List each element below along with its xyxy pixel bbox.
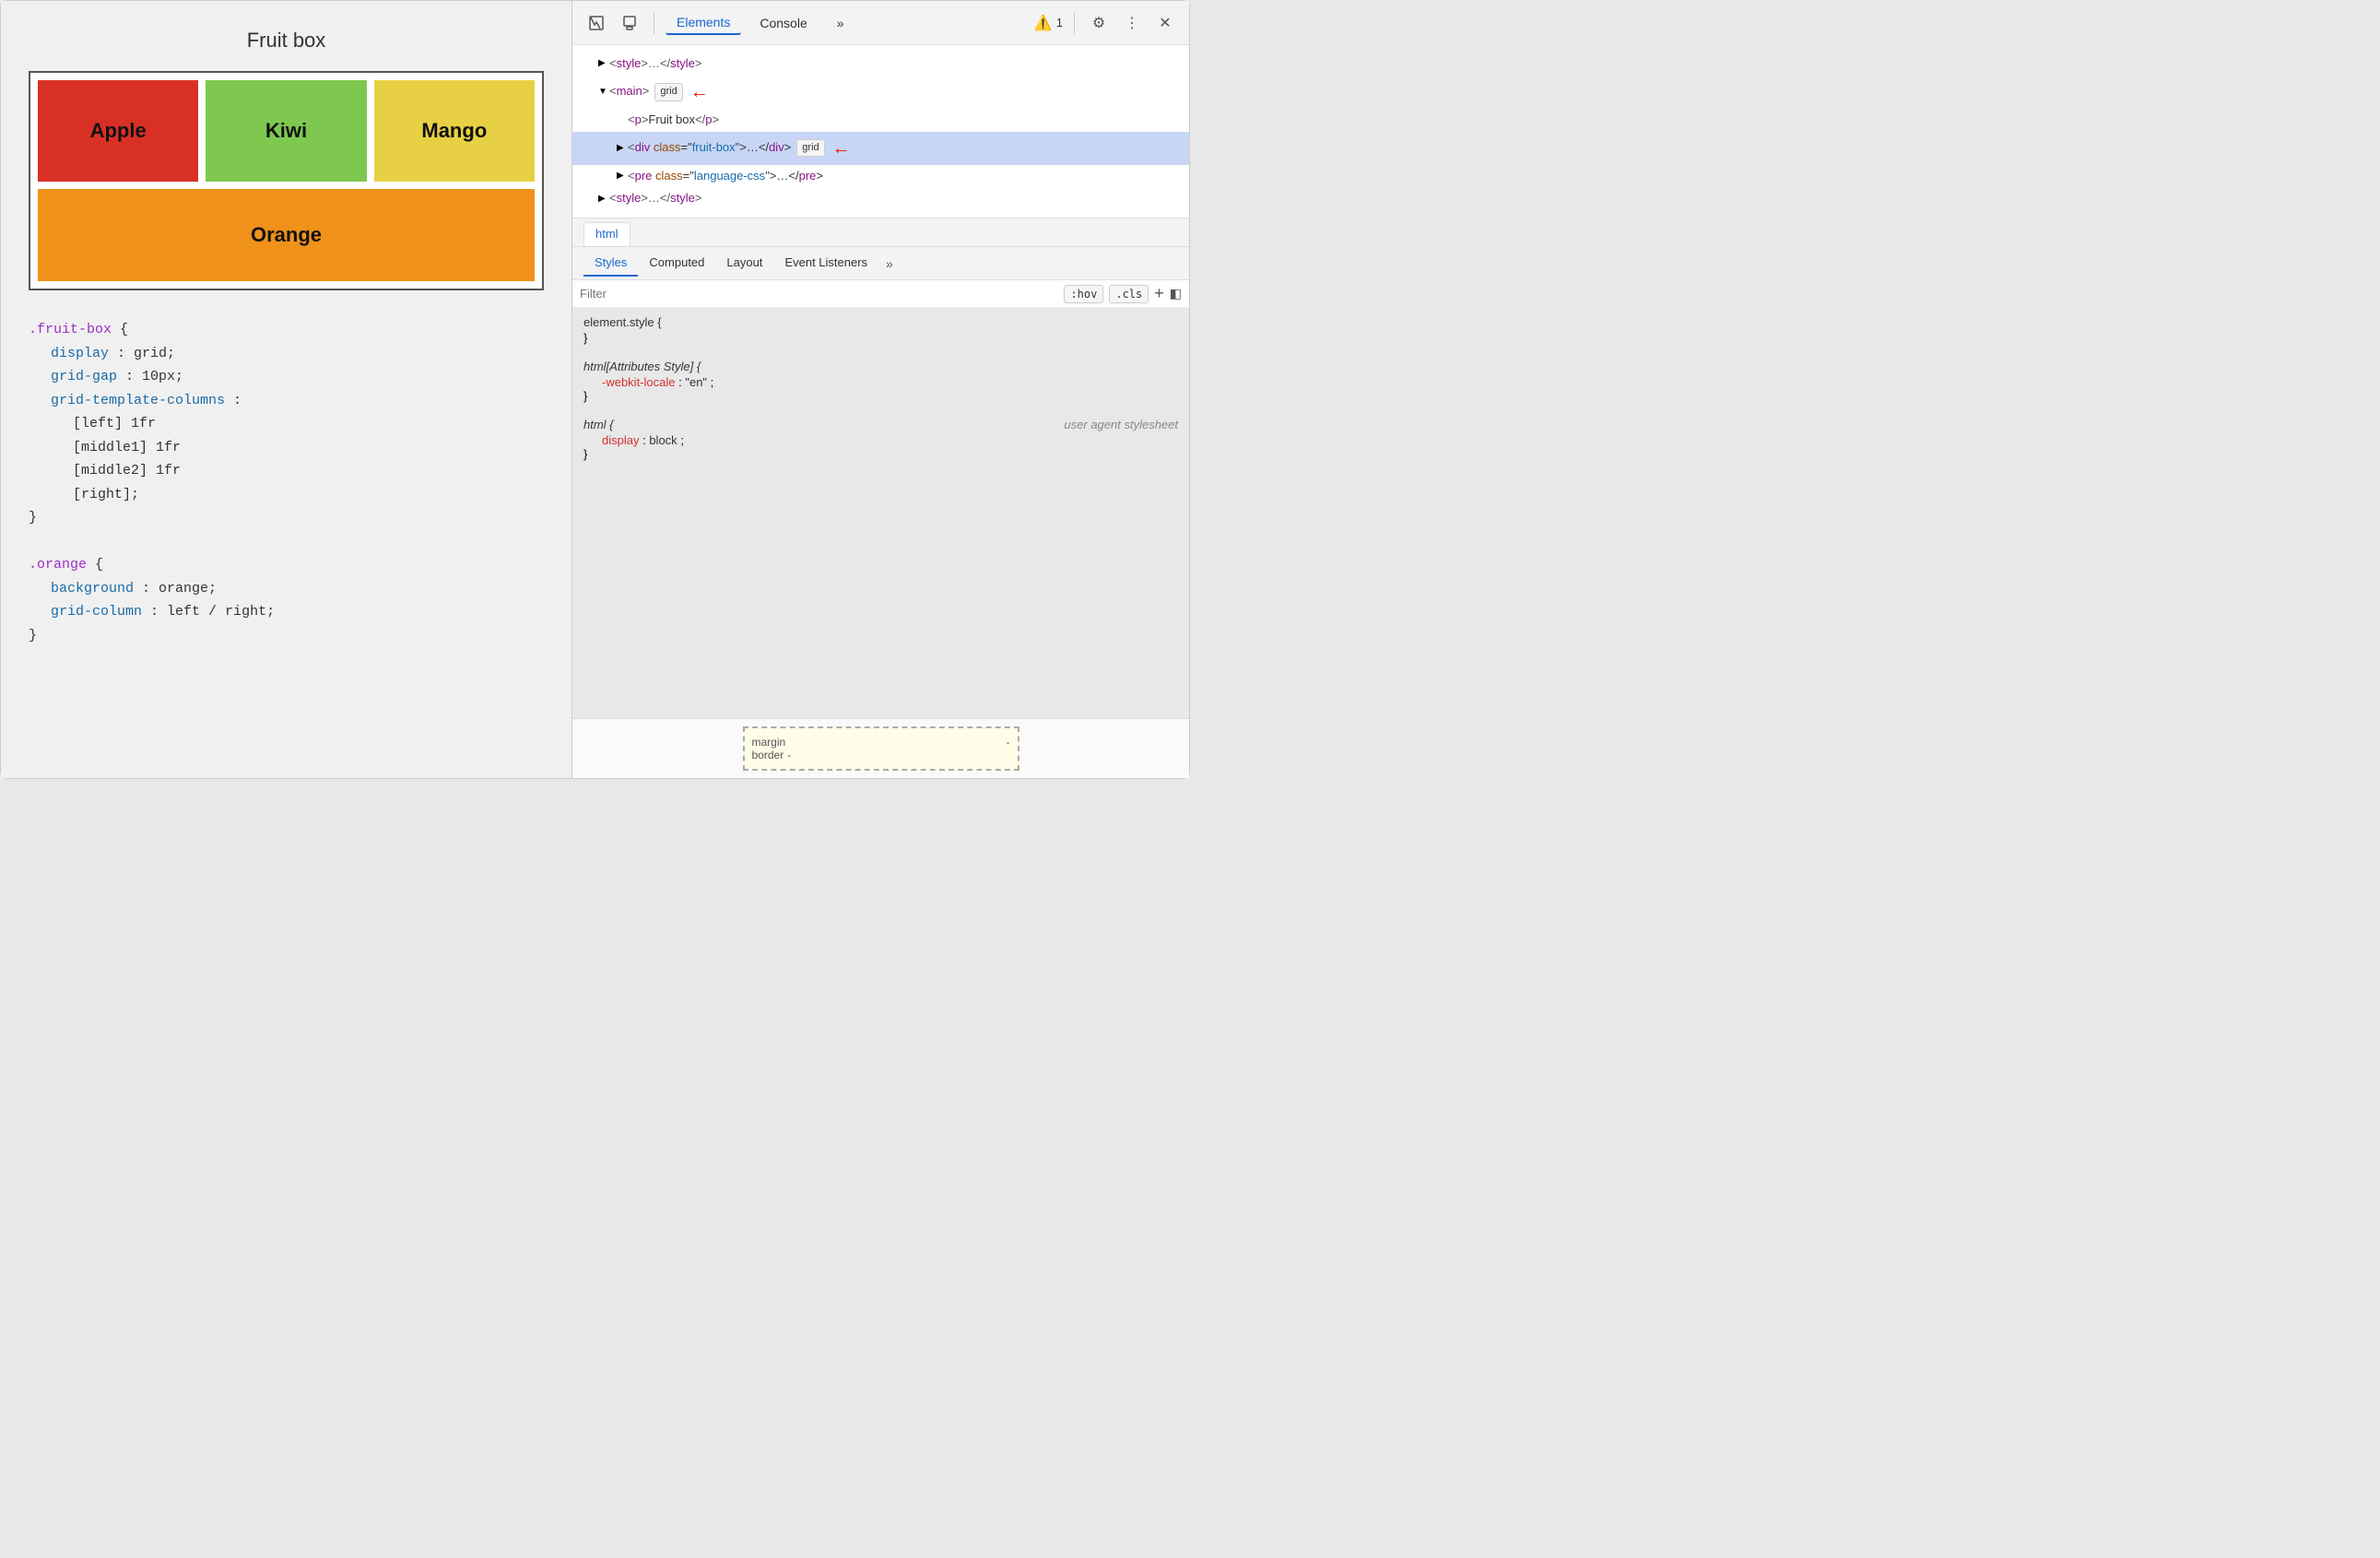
warning-icon: ⚠️: [1034, 14, 1053, 32]
devtools-panel: Elements Console » ⚠️ 1 ⚙ ⋮ ✕ ▶ < style …: [572, 1, 1189, 778]
tree-line-p[interactable]: < p > Fruit box </ p >: [572, 109, 1189, 132]
tab-console[interactable]: Console: [748, 12, 818, 34]
left-panel: Fruit box Apple Kiwi Mango Orange .fruit…: [1, 1, 572, 778]
red-arrow-div: ←: [832, 134, 851, 163]
code-prop-bg: background : orange;: [29, 577, 544, 601]
hov-button[interactable]: :hov: [1064, 285, 1103, 303]
code-selector-2: .orange {: [29, 553, 544, 577]
fruit-box-demo: Apple Kiwi Mango Orange: [29, 71, 544, 290]
box-margin-row: margin -: [752, 736, 1010, 749]
style-rule-html-attr: html[Attributes Style] { -webkit-locale …: [583, 360, 1178, 403]
style-rule-html: html { user agent stylesheet display : b…: [583, 418, 1178, 461]
fruit-kiwi: Kiwi: [206, 80, 366, 182]
warning-badge[interactable]: ⚠️ 1: [1034, 14, 1063, 32]
code-prop-gc: grid-column : left / right;: [29, 600, 544, 624]
code-val-mid2: [middle2] 1fr: [29, 459, 544, 483]
tree-arrow-p: [617, 112, 628, 127]
code-prop-gtc: grid-template-columns :: [29, 389, 544, 413]
code-block: .fruit-box { display : grid; grid-gap : …: [29, 309, 544, 656]
box-border-row: border -: [752, 749, 1010, 761]
rule-close-html: }: [583, 447, 587, 461]
style-rule-element: element.style { }: [583, 315, 1178, 345]
code-val-left: [left] 1fr: [29, 412, 544, 436]
tree-arrow-main[interactable]: ▼: [598, 85, 609, 100]
filter-input[interactable]: [580, 287, 1058, 301]
rule-selector-html: html {: [583, 418, 614, 431]
rule-close-element: }: [583, 331, 587, 345]
grid-badge-main[interactable]: grid: [654, 83, 682, 101]
fruit-orange: Orange: [38, 189, 535, 281]
styles-content: element.style { } html[Attributes Style]…: [572, 308, 1189, 718]
toolbar-divider-2: [1074, 12, 1075, 34]
box-model-diagram: margin - border -: [743, 726, 1019, 771]
add-style-button[interactable]: +: [1154, 284, 1164, 303]
expand-styles-icon[interactable]: ◧: [1170, 286, 1182, 301]
tree-line-style2[interactable]: ▶ < style >…</ style >: [572, 187, 1189, 210]
tree-arrow[interactable]: ▶: [598, 56, 609, 71]
panel-title: Fruit box: [29, 29, 544, 53]
cls-button[interactable]: .cls: [1109, 285, 1149, 303]
tree-line-fruitbox[interactable]: ▶ < div class =" fruit-box ">…</ div > g…: [572, 132, 1189, 165]
rule-close-html-attr: }: [583, 389, 587, 403]
tree-arrow-div[interactable]: ▶: [617, 141, 628, 156]
html-breadcrumb[interactable]: html: [583, 222, 630, 246]
tree-arrow-style2[interactable]: ▶: [598, 192, 609, 207]
box-model: margin - border -: [572, 718, 1189, 778]
tab-more[interactable]: »: [826, 12, 855, 34]
filter-bar: :hov .cls + ◧: [572, 280, 1189, 308]
close-icon[interactable]: ✕: [1152, 10, 1178, 36]
code-prop-display: display : grid;: [29, 342, 544, 366]
html-tree: ▶ < style >…</ style > ▼ < main > grid ←…: [572, 45, 1189, 218]
code-close-2: }: [29, 624, 544, 648]
code-val-right: [right];: [29, 483, 544, 507]
inspector-icon[interactable]: [583, 10, 609, 36]
fruit-mango: Mango: [374, 80, 535, 182]
tree-arrow-pre[interactable]: ▶: [617, 169, 628, 183]
tree-line-main[interactable]: ▼ < main > grid ←: [572, 76, 1189, 109]
tab-layout[interactable]: Layout: [715, 250, 773, 277]
html-tab-bar: html: [572, 218, 1189, 247]
settings-icon[interactable]: ⚙: [1086, 10, 1112, 36]
code-val-mid1: [middle1] 1fr: [29, 436, 544, 460]
rule-selector-element: element.style {: [583, 315, 662, 329]
device-icon[interactable]: [617, 10, 642, 36]
more-options-icon[interactable]: ⋮: [1119, 10, 1145, 36]
tab-event-listeners[interactable]: Event Listeners: [773, 250, 878, 277]
tab-computed[interactable]: Computed: [638, 250, 715, 277]
code-prop-gap: grid-gap : 10px;: [29, 365, 544, 389]
grid-badge-div[interactable]: grid: [796, 139, 824, 158]
code-selector-1: .fruit-box {: [29, 318, 544, 342]
tab-elements[interactable]: Elements: [666, 11, 741, 35]
red-arrow-main: ←: [690, 77, 709, 107]
user-agent-comment: user agent stylesheet: [1064, 418, 1178, 431]
tree-line-pre[interactable]: ▶ < pre class =" language-css ">…</ pre …: [572, 165, 1189, 188]
tab-styles[interactable]: Styles: [583, 250, 638, 277]
code-close-1: }: [29, 506, 544, 530]
rule-selector-html-attr: html[Attributes Style] {: [583, 360, 701, 373]
tree-line-style1[interactable]: ▶ < style >…</ style >: [572, 53, 1189, 76]
styles-tab-more[interactable]: »: [878, 253, 901, 275]
styles-tabs: Styles Computed Layout Event Listeners »: [572, 247, 1189, 280]
fruit-apple: Apple: [38, 80, 198, 182]
devtools-toolbar: Elements Console » ⚠️ 1 ⚙ ⋮ ✕: [572, 1, 1189, 45]
